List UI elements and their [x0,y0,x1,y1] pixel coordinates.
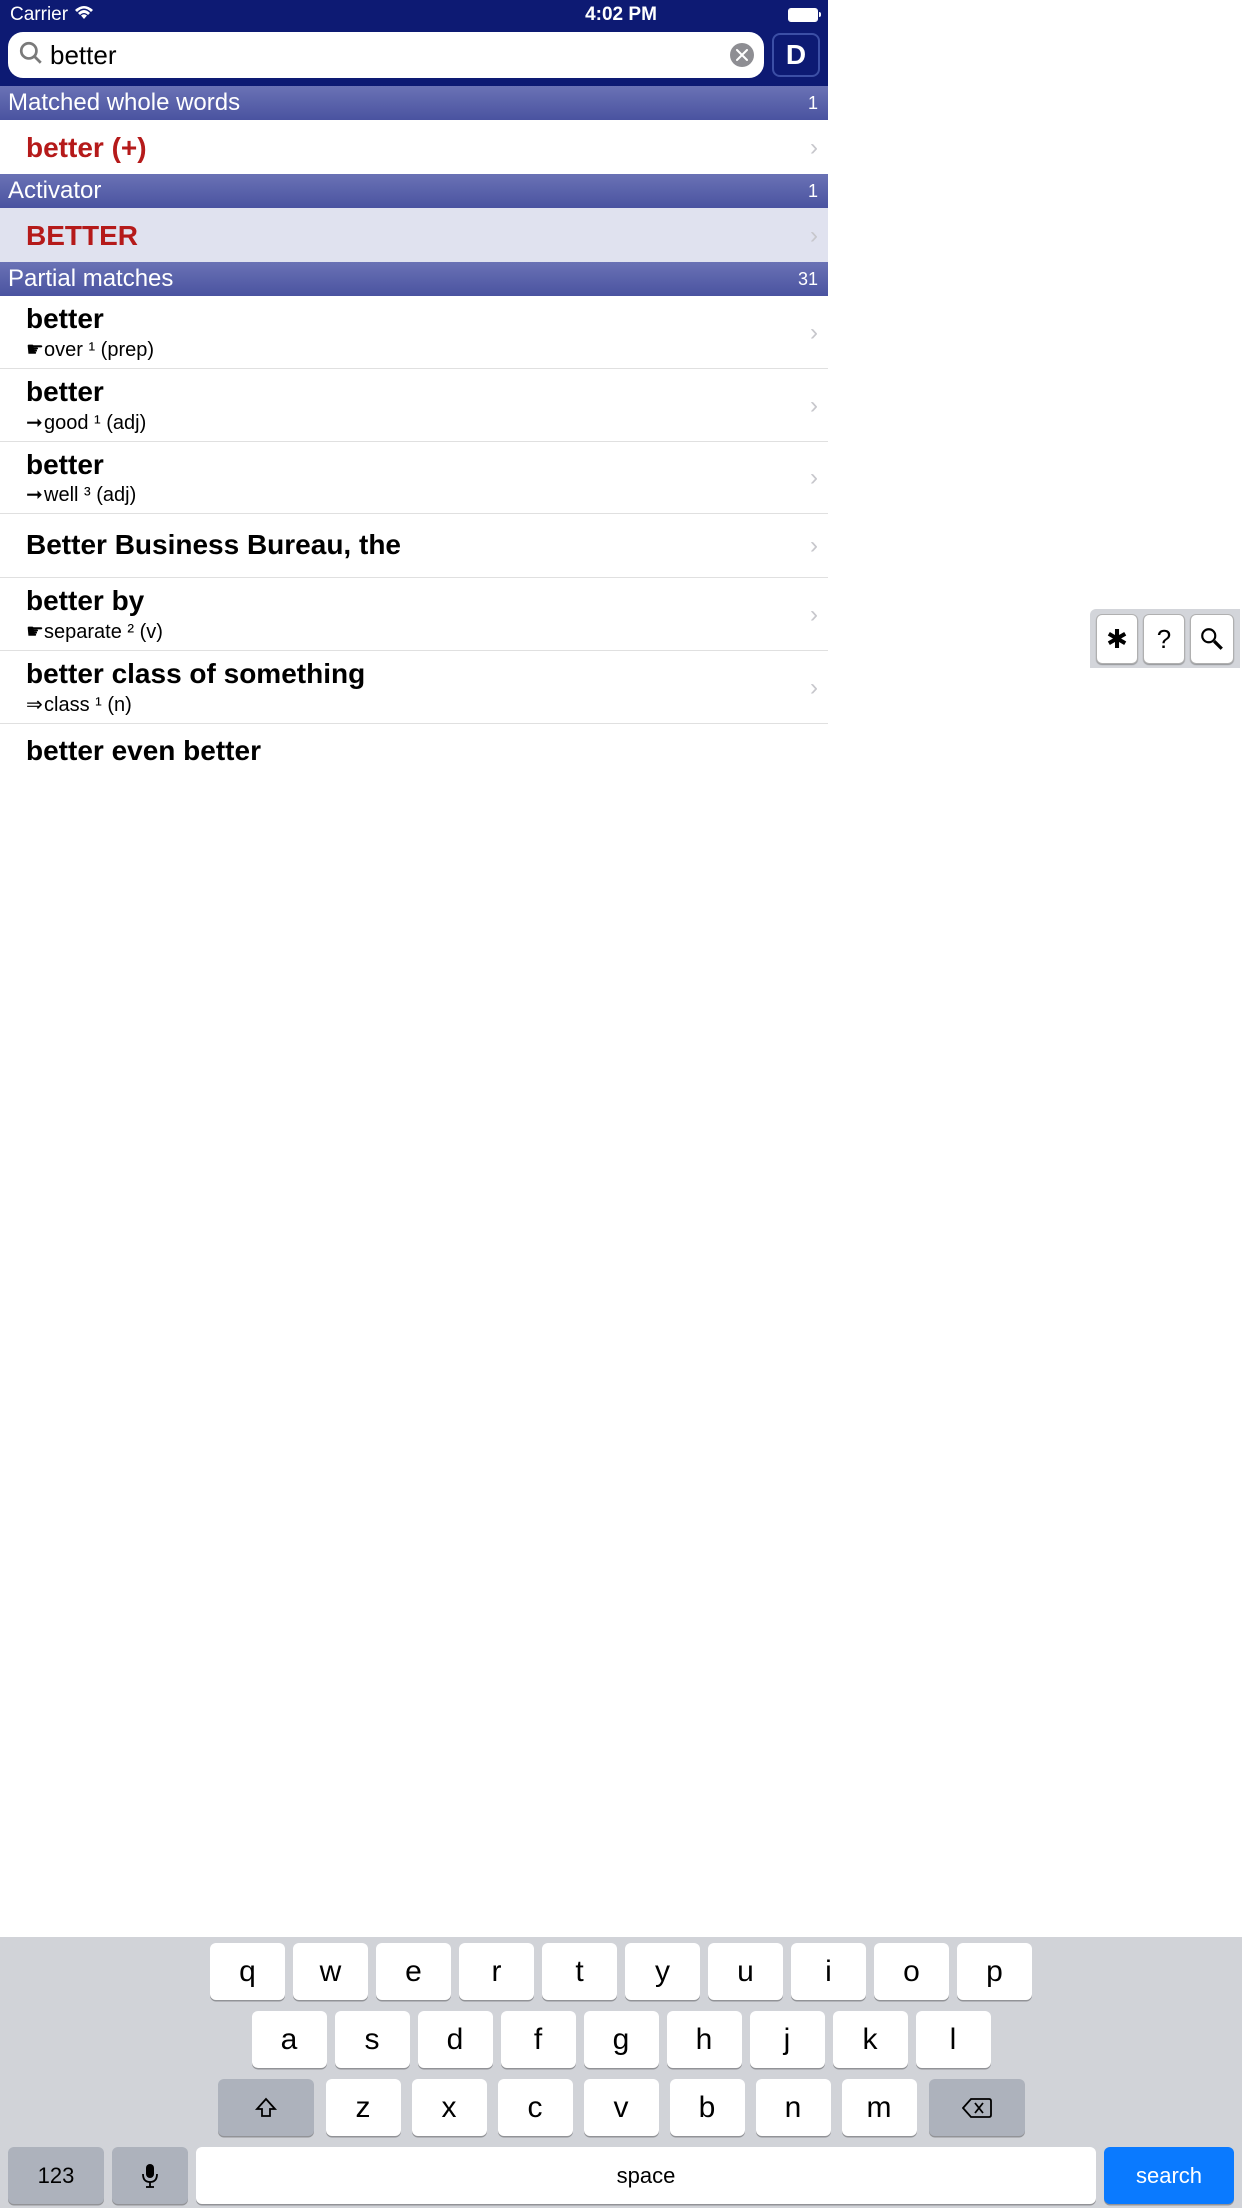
chevron-right-icon: › [810,601,818,629]
clear-button[interactable] [730,43,754,67]
key-w[interactable]: w [293,1943,368,2000]
row-title: better [26,377,810,408]
result-row[interactable]: better ➞good ¹ (adj) › [0,369,828,442]
chevron-right-icon: › [810,464,818,492]
section-count: 1 [808,93,818,114]
search-box[interactable] [8,32,764,78]
result-row[interactable]: better ☛over ¹ (prep) › [0,296,828,369]
chevron-right-icon: › [810,392,818,420]
search-input[interactable] [44,40,730,71]
key-s[interactable]: s [335,2011,410,2068]
keyboard: qwertyuiop asdfghjkl zxcvbnm 123 space s… [0,1937,1242,2208]
row-subtitle: ☛over ¹ (prep) [26,337,810,362]
row-subtitle: ☛separate ² (v) [26,619,810,644]
key-b[interactable]: b [670,2079,745,2136]
numbers-key[interactable]: 123 [8,2147,104,2204]
key-r[interactable]: r [459,1943,534,2000]
key-c[interactable]: c [498,2079,573,2136]
status-bar: Carrier 4:02 PM [0,0,828,30]
result-row[interactable]: Better Business Bureau, the › [0,514,828,578]
result-row[interactable]: better even better [0,724,828,778]
key-z[interactable]: z [326,2079,401,2136]
result-row[interactable]: better by ☛separate ² (v) › [0,578,828,651]
wildcard-star-button[interactable]: ✱ [1096,614,1138,664]
section-title: Partial matches [8,265,173,293]
result-row-activator[interactable]: BETTER › [0,208,828,262]
backspace-key[interactable] [929,2079,1025,2136]
search-icon [18,40,44,71]
result-row[interactable]: better class of something ⇒class ¹ (n) › [0,651,828,724]
key-k[interactable]: k [833,2011,908,2068]
key-v[interactable]: v [584,2079,659,2136]
key-a[interactable]: a [252,2011,327,2068]
carrier-label: Carrier [10,4,68,26]
key-o[interactable]: o [874,1943,949,2000]
section-matched-words: Matched whole words 1 [0,86,828,120]
mic-key[interactable] [112,2147,188,2204]
key-q[interactable]: q [210,1943,285,2000]
clock: 4:02 PM [585,4,657,26]
pattern-toolbar: ✱ ? [1090,609,1240,668]
row-title: better (+) [26,133,810,164]
chevron-right-icon: › [810,532,818,560]
key-g[interactable]: g [584,2011,659,2068]
key-n[interactable]: n [756,2079,831,2136]
magnify-button[interactable] [1190,614,1234,664]
result-row[interactable]: better ➞well ³ (adj) › [0,442,828,515]
key-j[interactable]: j [750,2011,825,2068]
chevron-right-icon: › [810,319,818,347]
row-title: Better Business Bureau, the [26,530,810,561]
chevron-right-icon: › [810,674,818,702]
key-m[interactable]: m [842,2079,917,2136]
search-bar: D [0,30,828,86]
chevron-right-icon: › [810,134,818,162]
search-key[interactable]: search [1104,2147,1234,2204]
key-i[interactable]: i [791,1943,866,2000]
key-u[interactable]: u [708,1943,783,2000]
key-f[interactable]: f [501,2011,576,2068]
section-count: 31 [798,269,818,290]
space-key[interactable]: space [196,2147,1096,2204]
result-row-matched[interactable]: better (+) › [0,120,828,174]
wildcard-question-button[interactable]: ? [1143,614,1185,664]
row-title: better [26,450,810,481]
section-title: Matched whole words [8,89,240,117]
key-p[interactable]: p [957,1943,1032,2000]
battery-icon [788,8,818,22]
dictionary-toggle-button[interactable]: D [772,33,820,77]
key-l[interactable]: l [916,2011,991,2068]
section-partial-matches: Partial matches 31 [0,262,828,296]
row-title: better by [26,586,810,617]
row-title: BETTER [26,221,810,252]
row-title: better [26,304,810,335]
row-title: better even better [26,736,818,767]
section-activator: Activator 1 [0,174,828,208]
key-x[interactable]: x [412,2079,487,2136]
key-h[interactable]: h [667,2011,742,2068]
shift-key[interactable] [218,2079,314,2136]
row-subtitle: ➞good ¹ (adj) [26,410,810,435]
key-e[interactable]: e [376,1943,451,2000]
row-title: better class of something [26,659,810,690]
chevron-right-icon: › [810,222,818,250]
wifi-icon [74,4,94,26]
key-d[interactable]: d [418,2011,493,2068]
key-y[interactable]: y [625,1943,700,2000]
row-subtitle: ➞well ³ (adj) [26,482,810,507]
section-count: 1 [808,181,818,202]
row-subtitle: ⇒class ¹ (n) [26,692,810,717]
key-t[interactable]: t [542,1943,617,2000]
section-title: Activator [8,177,101,205]
